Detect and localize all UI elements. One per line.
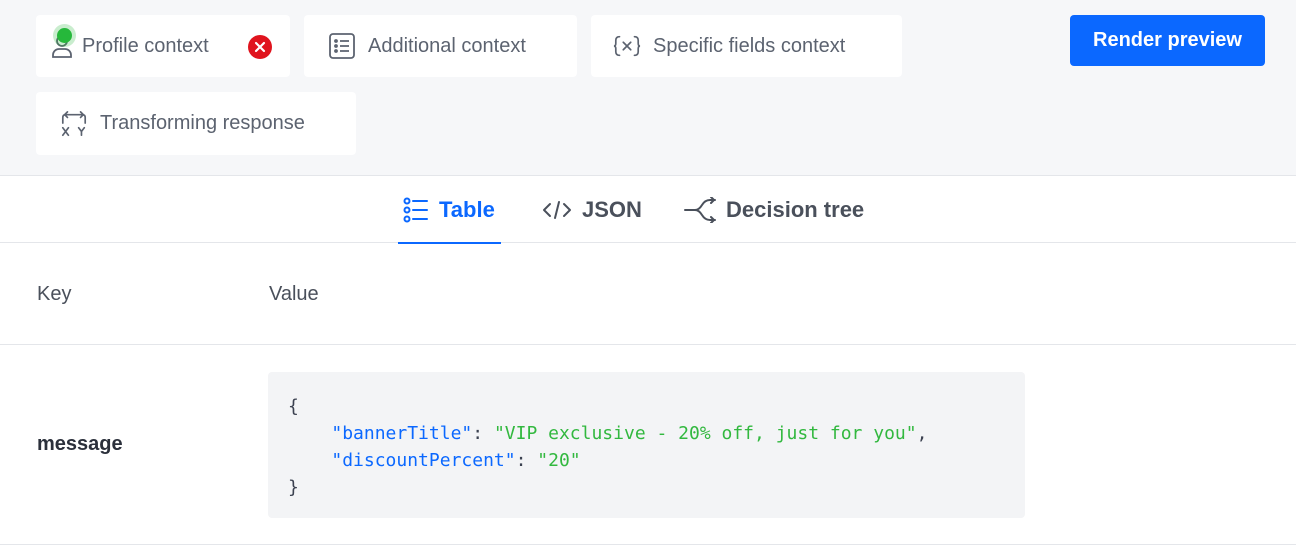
user-icon bbox=[50, 28, 78, 60]
specific-fields-context-label: Specific fields context bbox=[653, 34, 846, 57]
json-key: "discountPercent" bbox=[331, 450, 516, 471]
list-icon bbox=[403, 197, 429, 223]
tab-decision-tree-label: Decision tree bbox=[726, 196, 865, 222]
code-icon bbox=[542, 199, 572, 221]
additional-context-label: Additional context bbox=[368, 34, 526, 57]
additional-context-button[interactable]: Additional context bbox=[304, 15, 577, 77]
specific-fields-context-button[interactable]: Specific fields context bbox=[591, 15, 902, 77]
row-key-message: message bbox=[37, 433, 123, 455]
json-value: "20" bbox=[537, 450, 581, 471]
active-status-dot bbox=[57, 28, 72, 43]
transforming-response-label: Transforming response bbox=[100, 112, 305, 134]
decision-tree-icon bbox=[684, 196, 716, 223]
tab-table[interactable]: Table bbox=[398, 176, 501, 244]
profile-context-label: Profile context bbox=[82, 34, 209, 57]
divider bbox=[0, 544, 1296, 545]
json-open-brace: { bbox=[288, 396, 299, 417]
tab-table-label: Table bbox=[439, 196, 495, 222]
json-value-block: { "bannerTitle": "VIP exclusive - 20% of… bbox=[268, 372, 1025, 518]
divider bbox=[0, 344, 1296, 345]
list-icon bbox=[328, 32, 356, 60]
transform-icon bbox=[60, 110, 88, 138]
render-preview-button[interactable]: Render preview bbox=[1070, 15, 1265, 66]
json-key: "bannerTitle" bbox=[331, 423, 473, 444]
column-header-value: Value bbox=[269, 283, 319, 305]
profile-context-button[interactable]: Profile context bbox=[36, 15, 290, 77]
transforming-response-button[interactable]: Transforming response bbox=[36, 92, 356, 155]
column-header-key: Key bbox=[37, 283, 72, 305]
json-close-brace: } bbox=[288, 477, 299, 498]
tab-json[interactable]: JSON bbox=[542, 176, 642, 243]
tab-decision-tree[interactable]: Decision tree bbox=[684, 176, 864, 243]
json-value: "VIP exclusive - 20% off, just for you" bbox=[493, 423, 917, 444]
variable-icon bbox=[613, 32, 641, 60]
context-panel: Profile context Additional context Speci… bbox=[0, 0, 1296, 176]
close-circle-icon[interactable] bbox=[248, 35, 272, 59]
tab-json-label: JSON bbox=[582, 196, 642, 222]
view-tabs: Table JSON Decision tree bbox=[0, 176, 1296, 244]
